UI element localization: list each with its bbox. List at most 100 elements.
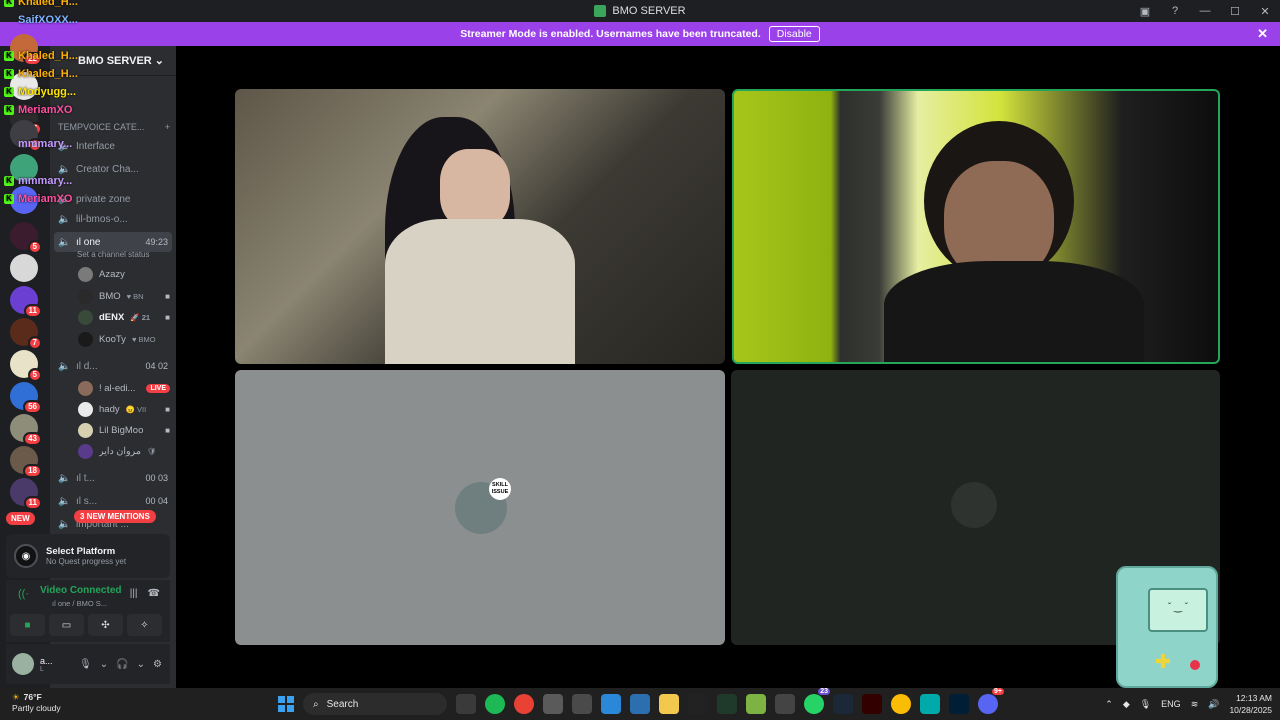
- language-indicator[interactable]: ENG: [1161, 699, 1181, 709]
- disconnect-icon[interactable]: ☎: [148, 588, 160, 599]
- taskbar-search[interactable]: ⌕ Search: [303, 693, 447, 715]
- server-header[interactable]: BMO SERVER ⌄: [50, 46, 176, 76]
- avatar: [78, 401, 93, 417]
- server-icon[interactable]: 11: [10, 286, 42, 318]
- microphone-icon[interactable]: 🎙: [79, 659, 92, 670]
- chrome-icon[interactable]: [891, 694, 911, 714]
- disable-streamer-mode-button[interactable]: Disable: [768, 26, 820, 42]
- photos-icon[interactable]: [630, 694, 650, 714]
- start-button[interactable]: [278, 696, 294, 712]
- quest-panel[interactable]: ◉ Select Platform No Quest progress yet: [6, 534, 170, 578]
- participant-body: [385, 219, 575, 364]
- voice-channel-path[interactable]: ıl one / BMO S...: [52, 599, 107, 608]
- channel-name: ıl s...: [76, 495, 98, 507]
- server-icon[interactable]: 18: [10, 446, 42, 478]
- voice-user[interactable]: ! al-edi... LIVE: [78, 378, 170, 398]
- server-icon[interactable]: 56: [10, 382, 42, 414]
- clock[interactable]: 12:13 AM 10/28/2025: [1229, 692, 1272, 716]
- voice-channel[interactable]: 🔈 private zone: [54, 189, 172, 209]
- voice-channel[interactable]: 🔈 ıl s... 00 04: [54, 491, 172, 511]
- voice-channel[interactable]: 🔈 Creator Cha...: [54, 159, 172, 179]
- channel-name: ıl one: [76, 236, 101, 248]
- voice-status[interactable]: Video Connected: [40, 585, 122, 596]
- inbox-icon[interactable]: ▣: [1130, 5, 1160, 18]
- voice-user[interactable]: dENX 🚀 21 ■: [78, 307, 170, 327]
- chevron-down-icon[interactable]: ⌄: [137, 659, 145, 670]
- activities-button[interactable]: ✣: [88, 614, 123, 636]
- gear-icon[interactable]: ⚙: [153, 659, 162, 670]
- avatar[interactable]: [12, 653, 34, 675]
- voice-user[interactable]: Azazy: [78, 264, 170, 284]
- volume-icon[interactable]: 🔊: [1208, 699, 1219, 710]
- epic-games-icon[interactable]: [688, 694, 708, 714]
- voice-user[interactable]: KooTy ♥ BMO: [78, 329, 170, 349]
- channel-category[interactable]: TEMPVOICE CATE... +: [58, 122, 170, 132]
- server-icon[interactable]: [10, 154, 38, 182]
- video-tile[interactable]: [235, 89, 725, 364]
- video-tile-speaking[interactable]: [732, 89, 1220, 364]
- steam-icon[interactable]: [833, 694, 853, 714]
- task-view-icon[interactable]: [456, 694, 476, 714]
- soundboard-button[interactable]: ✧: [127, 614, 162, 636]
- new-unreads-pill[interactable]: NEW: [6, 512, 35, 525]
- wifi-icon[interactable]: ≋: [1191, 699, 1199, 710]
- voice-user[interactable]: BMO ♥ BN ■: [78, 286, 170, 306]
- voice-channel[interactable]: 🔈 ıl d... 04 02: [54, 356, 172, 376]
- camera-button[interactable]: ■: [10, 614, 45, 636]
- channel-status-prompt[interactable]: Set a channel status: [77, 250, 150, 259]
- file-explorer-icon[interactable]: [659, 694, 679, 714]
- whatsapp-icon[interactable]: 23: [804, 688, 830, 714]
- server-icon[interactable]: 43: [10, 414, 42, 446]
- server-icon[interactable]: [10, 186, 38, 214]
- illustrator-icon[interactable]: [862, 694, 882, 714]
- tray-app-icon[interactable]: ◆: [1123, 699, 1130, 710]
- minecraft-icon[interactable]: [717, 694, 737, 714]
- minimize-button[interactable]: —: [1190, 5, 1220, 17]
- screen-share-button[interactable]: ▭: [49, 614, 84, 636]
- chrome-icon[interactable]: [514, 694, 534, 714]
- chevron-up-icon[interactable]: ⌃: [1105, 699, 1113, 710]
- server-icon[interactable]: 1: [10, 120, 42, 152]
- voice-user[interactable]: hady 😠 VII ■: [78, 399, 170, 419]
- banner-close-icon[interactable]: ✕: [1257, 26, 1268, 42]
- video-icon: ■: [165, 425, 170, 435]
- channel-timer: 00 04: [145, 496, 168, 506]
- app-icon[interactable]: [746, 694, 766, 714]
- voice-channel[interactable]: 🔈 Interface: [54, 136, 172, 156]
- server-icon[interactable]: 22: [10, 34, 42, 66]
- server-icon[interactable]: 11: [10, 478, 42, 510]
- discord-icon[interactable]: 9+: [978, 688, 1004, 714]
- chevron-down-icon[interactable]: ⌄: [100, 659, 108, 670]
- server-icon[interactable]: 7: [10, 318, 42, 350]
- store-icon[interactable]: [775, 694, 795, 714]
- new-mentions-pill[interactable]: 3 NEW MENTIONS: [74, 510, 156, 523]
- voice-user[interactable]: Lil BigMoo ■: [78, 420, 170, 440]
- headphones-icon[interactable]: 🎧: [116, 659, 128, 670]
- microphone-icon[interactable]: 🎙: [1140, 699, 1151, 710]
- camera-app-icon[interactable]: [572, 694, 592, 714]
- server-icon[interactable]: [10, 254, 38, 282]
- server-icon[interactable]: 5: [10, 222, 42, 254]
- video-tile-off[interactable]: SKILL ISSUE: [235, 370, 725, 645]
- video-icon: ■: [165, 404, 170, 414]
- voice-channel[interactable]: 🔈 ıl t... 00 03: [54, 468, 172, 488]
- unread-badge: 11: [23, 496, 42, 510]
- help-icon[interactable]: ?: [1160, 5, 1190, 17]
- photoshop-icon[interactable]: [949, 694, 969, 714]
- avatar: [78, 422, 93, 438]
- server-icon[interactable]: 5: [10, 350, 42, 382]
- maximize-button[interactable]: ☐: [1220, 5, 1250, 18]
- app-icon[interactable]: [485, 694, 505, 714]
- weather-widget[interactable]: ☀ 76°F Partly cloudy: [12, 692, 61, 714]
- edge-icon[interactable]: [601, 694, 621, 714]
- voice-channel-active[interactable]: 🔈 ıl one 49:23: [54, 232, 172, 252]
- voice-user[interactable]: مروان داير 🛡: [78, 441, 170, 461]
- server-icon[interactable]: [10, 72, 38, 100]
- noise-suppression-icon[interactable]: |||: [130, 588, 138, 599]
- settings-icon[interactable]: [543, 694, 563, 714]
- app-icon[interactable]: [920, 694, 940, 714]
- add-channel-icon[interactable]: +: [165, 122, 170, 132]
- close-window-button[interactable]: ✕: [1250, 5, 1280, 18]
- voice-actions: ||| ☎: [130, 588, 160, 599]
- voice-channel[interactable]: 🔈 lil-bmos-o...: [54, 209, 172, 229]
